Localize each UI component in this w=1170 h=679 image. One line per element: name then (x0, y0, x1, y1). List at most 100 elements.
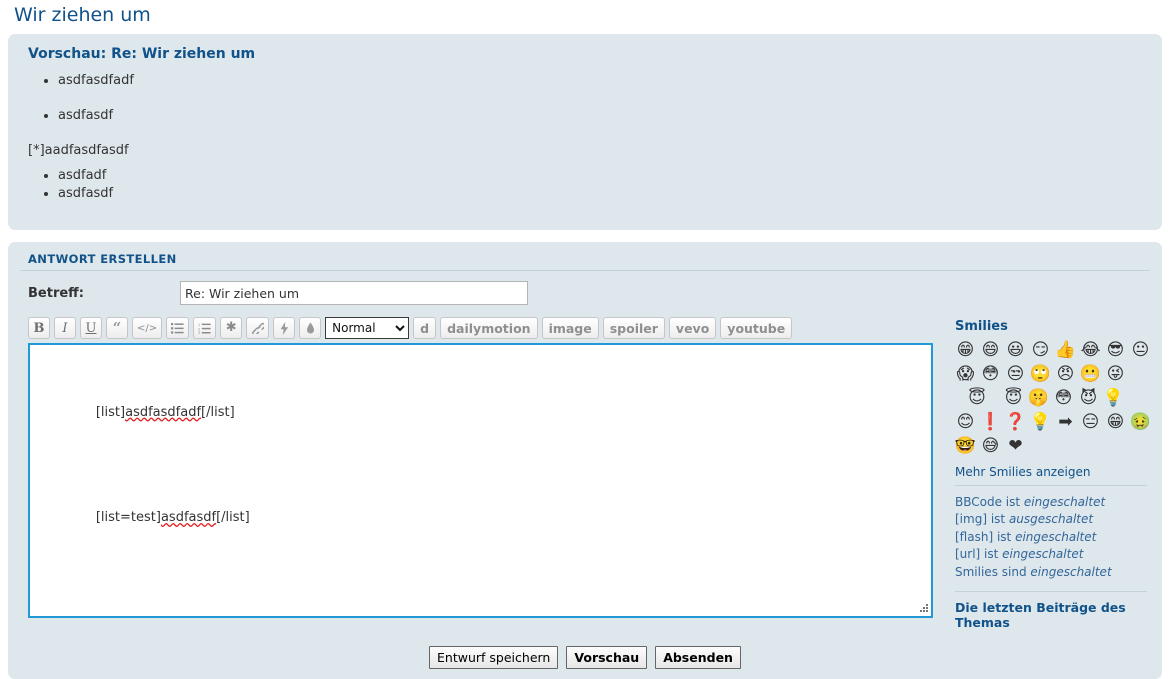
smiley[interactable]: 😱 (955, 364, 976, 385)
bbcode-info-state: eingeschaltet (1015, 529, 1097, 544)
preview-list-b: asdfadf asdfasdf (20, 167, 1150, 205)
bbcode-open: [list] (95, 404, 126, 420)
smiley[interactable]: 😳 (1053, 388, 1074, 409)
quote-button[interactable]: “ (106, 317, 128, 339)
smiley[interactable]: 😑 (1080, 412, 1101, 433)
save-draft-button[interactable]: Entwurf speichern (429, 645, 559, 669)
bbcode-close: [/list] (201, 404, 235, 420)
misspelled-word: asdfasdf (160, 510, 217, 526)
smiley[interactable]: 😜 (1105, 364, 1126, 385)
smiley[interactable]: 😇 (1003, 388, 1024, 409)
form-section-title: ANTWORT ERSTELLEN (20, 250, 1150, 271)
bbcode-info-line: [url] ist eingeschaltet (955, 546, 1151, 563)
more-smilies-link[interactable]: Mehr Smilies anzeigen (955, 465, 1151, 479)
smilies-row: 😊 ❗ ❓ 💡 ➡ 😑 😁 🤢 (955, 412, 1151, 433)
submit-button[interactable]: Absenden (655, 645, 741, 669)
asterisk-icon: ✱ (225, 320, 237, 335)
preview-body: asdfasdfadf asdfasdf [*]aadfasdfasdf asd… (20, 72, 1150, 204)
font-size-select[interactable]: Normal (325, 317, 410, 339)
preview-plain-text: [*]aadfasdfasdf (28, 142, 129, 158)
link-button[interactable] (246, 317, 270, 339)
smiley[interactable]: 😏 (1030, 340, 1051, 361)
smiley[interactable]: 😃 (1005, 340, 1026, 361)
color-button[interactable] (299, 317, 322, 339)
smiley-angel[interactable]: 😇 (955, 388, 999, 409)
code-button[interactable]: </> (132, 317, 163, 339)
bbcode-info-state: eingeschaltet (1002, 547, 1084, 562)
bbcode-info: BBCode ist eingeschaltet [img] ist ausge… (955, 494, 1151, 581)
smiley[interactable]: 😅 (980, 436, 1001, 457)
bbcode-close: [/list] (216, 510, 250, 526)
smiley[interactable]: 😊 (955, 412, 976, 433)
smiley[interactable]: 💡 (1103, 388, 1124, 409)
smiley[interactable]: 😂 (1080, 340, 1101, 361)
smiley-heart[interactable]: ❤ (1005, 436, 1026, 457)
smilies-row: 😱 😳 😒 🙄 😠 😬 😜 (955, 364, 1151, 385)
smilies-sidebar: Smilies 😁 😄 😃 😏 👍 😂 😎 😐 😱 😳 😒 🙄 😠 😬 😜 😇 … (951, 317, 1151, 630)
list-icon (171, 322, 184, 334)
smiley[interactable]: 😄 (980, 340, 1001, 361)
smiley[interactable]: 😐 (1130, 340, 1151, 361)
bbcode-info-label: BBCode ist (955, 495, 1024, 509)
tag-button-dailymotion[interactable]: dailymotion (440, 317, 538, 339)
bbcode-info-label: [flash] ist (955, 529, 1016, 544)
italic-button[interactable]: I (54, 317, 76, 339)
panel-divider (0, 230, 1170, 236)
droplet-icon (306, 322, 314, 333)
message-line: [list=test]asdfasdf[/list] (38, 492, 923, 545)
smiley[interactable]: ❓ (1005, 412, 1026, 433)
smiley[interactable]: 😁 (955, 340, 976, 361)
bbcode-info-state: eingeschaltet (1023, 495, 1106, 509)
smiley[interactable]: 😠 (1055, 364, 1076, 385)
editor-left-column: B I U “ </> 1 2 3 ✱ Normal d dailymotion… (20, 317, 933, 618)
underline-button[interactable]: U (80, 317, 102, 339)
smiley[interactable]: ❗ (980, 412, 1001, 433)
tag-button-vevo[interactable]: vevo (668, 317, 717, 339)
smiley[interactable]: 😬 (1080, 364, 1101, 385)
preview-list-a: asdfasdfadf asdfasdf (20, 72, 1150, 126)
smilies-row: 😇 😇 🤫 😳 😈 💡 (955, 388, 1151, 409)
smilies-heading: Smilies (955, 319, 1008, 334)
form-actions: Entwurf speichern Vorschau Absenden (20, 645, 1150, 669)
smiley[interactable]: 👍 (1055, 340, 1076, 361)
smilies-row: 😁 😄 😃 😏 👍 😂 😎 😐 (955, 340, 1151, 361)
flash-button[interactable] (273, 317, 296, 339)
smiley[interactable]: 😒 (1005, 364, 1026, 385)
smiley[interactable]: 😎 (1105, 340, 1126, 361)
ordered-list-button[interactable]: 1 2 3 (193, 317, 217, 339)
subject-label: Betreff: (28, 285, 84, 301)
tag-button-spoiler[interactable]: spoiler (602, 317, 665, 339)
subject-input[interactable] (180, 281, 528, 305)
lightning-icon (280, 321, 288, 335)
sidebar-divider (955, 485, 1147, 486)
preview-button[interactable]: Vorschau (566, 645, 648, 669)
list-item-button[interactable]: ✱ (220, 317, 243, 339)
message-line: [list]asdfasdfadf[/list] (38, 386, 923, 439)
smiley[interactable]: 🤢 (1130, 412, 1151, 433)
smiley[interactable]: 😁 (1105, 412, 1126, 433)
smiley[interactable]: 🤫 (1028, 388, 1049, 409)
smiley[interactable]: ➡ (1055, 412, 1076, 433)
smiley[interactable]: 🙄 (1030, 364, 1051, 385)
resize-grip[interactable] (917, 602, 930, 615)
bbcode-info-label: Smilies sind (955, 564, 1031, 579)
unordered-list-button[interactable] (166, 317, 190, 339)
subject-row: Betreff: (20, 281, 1150, 305)
smiley[interactable]: 🤓 (955, 436, 976, 457)
tag-button-image[interactable]: image (541, 317, 599, 339)
list-numbered-icon: 1 2 3 (198, 323, 211, 334)
list-item: asdfasdf (58, 107, 1150, 126)
message-textarea[interactable]: [list]asdfasdfadf[/list] [list=test]asdf… (28, 343, 933, 618)
bold-button[interactable]: B (28, 317, 50, 339)
smiley[interactable]: 😈 (1078, 388, 1099, 409)
reply-form-panel: ANTWORT ERSTELLEN Betreff: B I U “ </> (8, 242, 1162, 679)
tag-button-d[interactable]: d (413, 317, 437, 339)
smiley[interactable]: 💡 (1030, 412, 1051, 433)
smiley[interactable]: 😳 (980, 364, 1001, 385)
tag-button-youtube[interactable]: youtube (720, 317, 793, 339)
preview-heading: Vorschau: Re: Wir ziehen um (28, 46, 256, 62)
last-posts-link[interactable]: Die letzten Beiträge des Themas (955, 600, 1151, 630)
bbcode-toolbar: B I U “ </> 1 2 3 ✱ Normal d dailymotion… (28, 317, 933, 339)
list-item: asdfadf (58, 167, 1150, 186)
smilies-grid: 😁 😄 😃 😏 👍 😂 😎 😐 😱 😳 😒 🙄 😠 😬 😜 😇 😇 🤫 😳 😈 … (955, 340, 1151, 457)
